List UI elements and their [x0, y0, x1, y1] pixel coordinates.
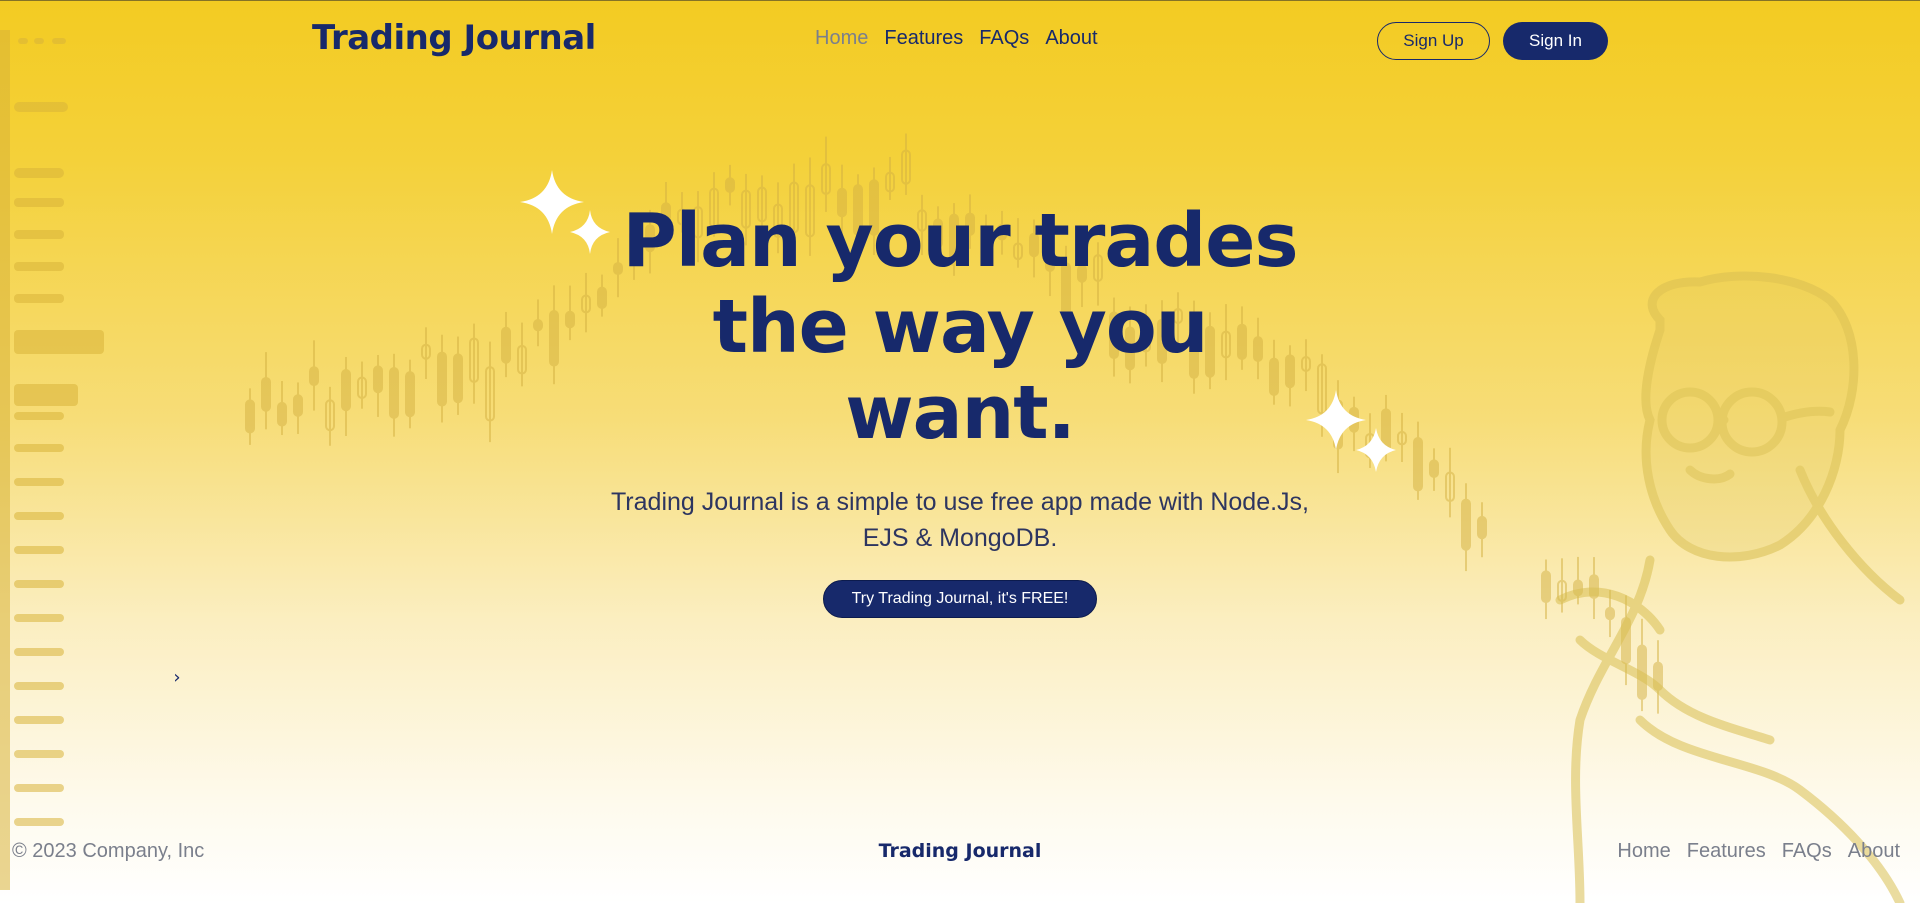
footer-copyright: © 2023 Company, Inc — [12, 840, 205, 862]
candle-body — [1573, 579, 1583, 597]
hero-title: Plan your trades the way you want. — [560, 198, 1360, 456]
footer-nav-features[interactable]: Features — [1687, 840, 1766, 863]
candle-body — [469, 337, 479, 383]
candle-body — [549, 310, 559, 367]
candle-body — [1477, 515, 1487, 540]
nav-home[interactable]: Home — [815, 27, 868, 50]
candle-body — [725, 177, 735, 193]
page: Trading Journal Home Features FAQs About… — [0, 0, 1920, 903]
candle-body — [533, 318, 543, 332]
site-header: Trading Journal Home Features FAQs About… — [0, 0, 1920, 80]
candle-body — [1557, 579, 1567, 602]
candle-body — [1429, 459, 1439, 478]
candle-body — [1589, 574, 1599, 599]
main-nav: Home Features FAQs About — [815, 27, 1098, 50]
footer-brand[interactable]: Trading Journal — [860, 840, 1060, 862]
candle-body — [1445, 471, 1455, 503]
hero-subtitle-line-1: Trading Journal is a simple to use free … — [610, 488, 1310, 516]
hero-subtitle: Trading Journal is a simple to use free … — [560, 484, 1360, 556]
candle-body — [261, 376, 271, 412]
candle-body — [1397, 430, 1407, 446]
candle-body — [1541, 570, 1551, 604]
candle-body — [885, 171, 895, 193]
candle-body — [1637, 644, 1647, 701]
hero-title-line-1: Plan your trades — [622, 198, 1298, 284]
candle-body — [1381, 408, 1391, 453]
candle-body — [517, 344, 527, 375]
candle-body — [373, 365, 383, 394]
candle-body — [293, 394, 303, 417]
candle-body — [453, 353, 463, 404]
candle-body — [1653, 661, 1663, 692]
hero-title-line-3: want. — [845, 370, 1075, 456]
hero-subtitle-line-2: EJS & MongoDB. — [862, 524, 1058, 552]
candle-body — [341, 369, 351, 412]
candle-body — [821, 163, 831, 195]
candle-body — [405, 371, 415, 418]
candle-body — [389, 367, 399, 419]
candle-body — [485, 366, 495, 422]
footer-nav-about[interactable]: About — [1848, 840, 1900, 863]
candle-body — [1413, 436, 1423, 492]
candle-body — [245, 399, 255, 434]
candle-body — [501, 326, 511, 364]
nav-faqs[interactable]: FAQs — [979, 27, 1029, 50]
hero-title-line-2: the way you — [712, 284, 1209, 370]
sign-in-button[interactable]: Sign In — [1503, 22, 1608, 60]
candle-body — [309, 366, 319, 387]
candle-body — [277, 401, 287, 427]
footer-nav: Home Features FAQs About — [1617, 840, 1900, 863]
candle-body — [357, 376, 367, 399]
nav-features[interactable]: Features — [884, 27, 963, 50]
candle-body — [325, 399, 335, 432]
candle-body — [437, 351, 447, 407]
footer-nav-home[interactable]: Home — [1617, 840, 1670, 863]
depth-bars-illustration — [0, 30, 104, 890]
candle-body — [1365, 432, 1375, 459]
candle-body — [901, 149, 911, 185]
candle-body — [1461, 498, 1471, 551]
footer-nav-faqs[interactable]: FAQs — [1782, 840, 1832, 863]
candle-body — [1605, 606, 1615, 621]
chevron-right-icon[interactable]: › — [170, 666, 184, 688]
person-illustration — [1555, 271, 1905, 903]
try-free-button[interactable]: Try Trading Journal, it's FREE! — [823, 580, 1097, 618]
brand-logo[interactable]: Trading Journal — [312, 18, 596, 58]
candle-body — [421, 343, 431, 360]
nav-about[interactable]: About — [1045, 27, 1097, 50]
sign-up-button[interactable]: Sign Up — [1377, 22, 1490, 60]
candle-body — [1621, 616, 1631, 665]
